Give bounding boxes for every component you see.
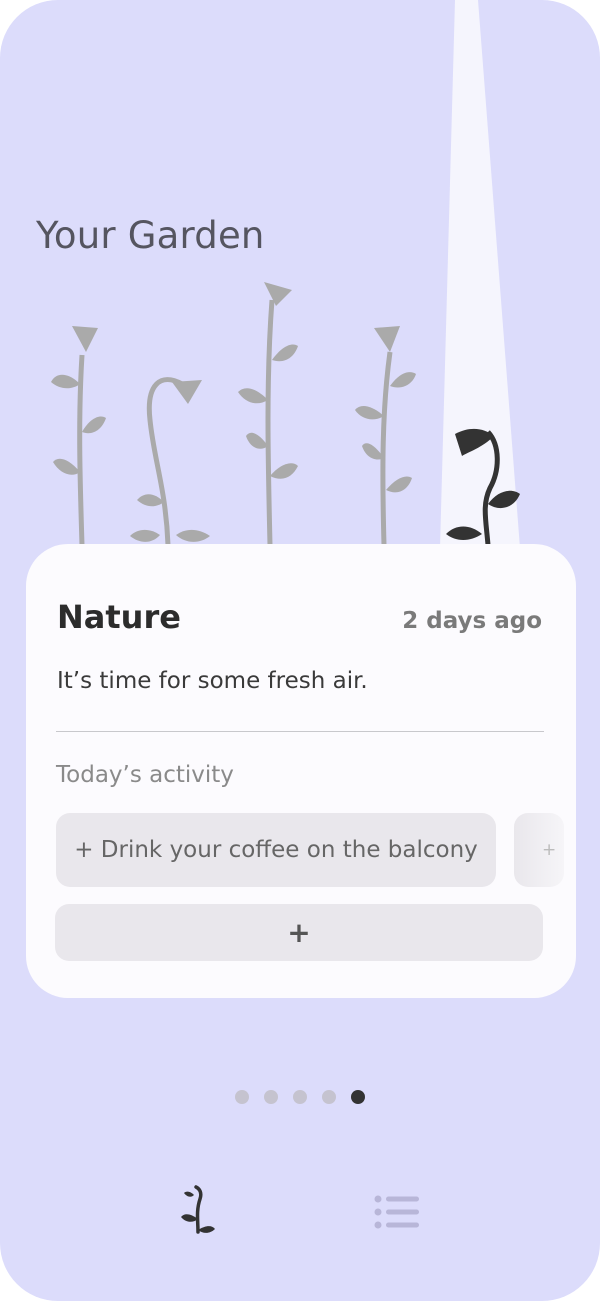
- garden-icon[interactable]: [178, 1185, 218, 1235]
- plant-2[interactable]: [130, 377, 210, 546]
- activity-chip[interactable]: +: [514, 813, 564, 887]
- page-dot-active[interactable]: [351, 1090, 365, 1104]
- page-dot[interactable]: [322, 1090, 336, 1104]
- card-title: Nature: [57, 598, 181, 636]
- list-icon[interactable]: [374, 1195, 420, 1229]
- garden-card: Nature 2 days ago It’s time for some fre…: [26, 544, 576, 998]
- activity-section-label: Today’s activity: [56, 762, 234, 788]
- page-dot[interactable]: [235, 1090, 249, 1104]
- add-activity-button[interactable]: +: [55, 904, 543, 961]
- page-indicator: [235, 1090, 365, 1104]
- app-screen: Your Garden Nature 2 days ago It’s time …: [0, 0, 600, 1301]
- garden-plants: [51, 282, 520, 546]
- card-description: It’s time for some fresh air.: [57, 668, 368, 694]
- plant-1[interactable]: [51, 326, 106, 546]
- page-title: Your Garden: [36, 214, 265, 257]
- divider: [56, 731, 544, 732]
- activity-chip[interactable]: + Drink your coffee on the balcony: [56, 813, 496, 887]
- page-dot[interactable]: [264, 1090, 278, 1104]
- plant-3[interactable]: [238, 282, 298, 546]
- card-timestamp: 2 days ago: [402, 608, 542, 634]
- plant-5-active[interactable]: [446, 428, 520, 546]
- plant-4[interactable]: [355, 326, 416, 546]
- page-dot[interactable]: [293, 1090, 307, 1104]
